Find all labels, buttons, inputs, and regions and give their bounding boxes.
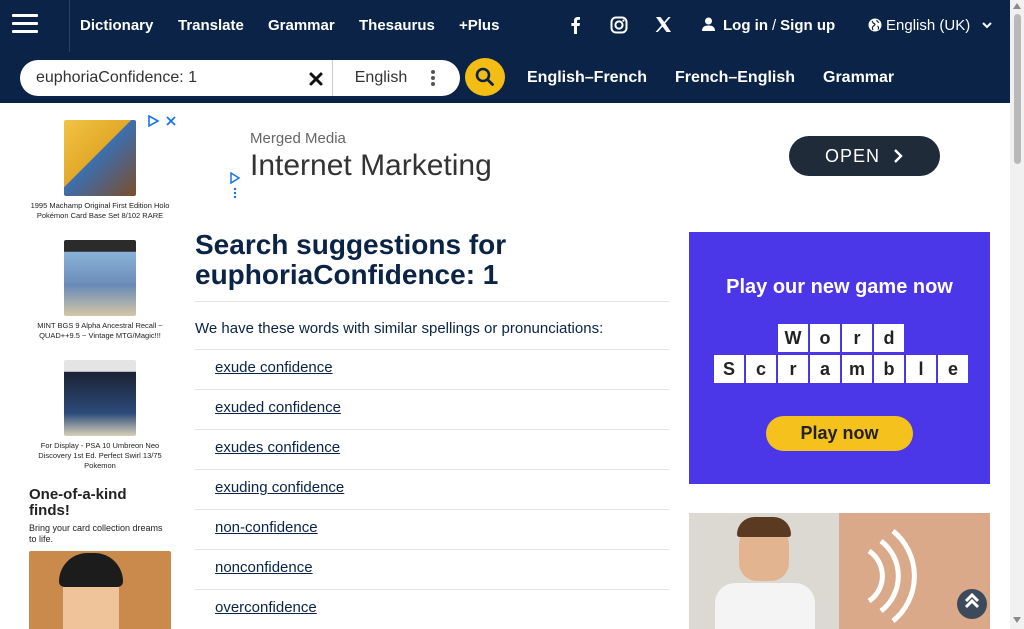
hair	[59, 553, 123, 587]
instagram-icon[interactable]	[610, 16, 628, 34]
user-icon	[702, 17, 715, 31]
letter-tile: e	[938, 355, 968, 383]
chevron-down-icon	[982, 22, 993, 29]
login-link[interactable]: Log in	[723, 17, 768, 34]
suggestion-link[interactable]: overconfidence	[215, 599, 317, 616]
language-label: English (UK)	[886, 17, 971, 34]
card-caption: For Display - PSA 10 Umbreon Neo Discove…	[38, 441, 162, 470]
ad-promo[interactable]: One-of-a-kind finds! Bring your card col…	[29, 487, 171, 629]
top-banner-ad[interactable]: Merged Media Internet Marketing OPEN	[227, 111, 958, 204]
globe-icon	[868, 18, 882, 32]
scroll-down-arrow[interactable]	[1013, 617, 1021, 623]
suggestion-link[interactable]: exuded confidence	[215, 399, 341, 416]
letter-tile: r	[778, 355, 808, 383]
more-options-icon[interactable]	[431, 70, 437, 86]
nav-thesaurus[interactable]: Thesaurus	[359, 17, 435, 34]
doctor-coat	[715, 583, 815, 629]
search-input[interactable]	[36, 69, 306, 87]
search-button[interactable]	[465, 58, 505, 96]
divider	[195, 429, 669, 430]
top-navigation-bar: Dictionary Translate Grammar Thesaurus +…	[0, 0, 1010, 52]
ad-open-button[interactable]: OPEN	[789, 136, 940, 176]
letter-tile: c	[746, 355, 776, 383]
tab-grammar[interactable]: Grammar	[823, 69, 894, 87]
signup-link[interactable]: Sign up	[780, 17, 835, 34]
nav-dictionary[interactable]: Dictionary	[80, 17, 153, 34]
suggestion-link[interactable]: exuding confidence	[215, 479, 344, 496]
word-scramble-ad[interactable]: Play our new game now W o r d S c r a m …	[689, 232, 990, 484]
divider	[195, 301, 669, 302]
suggestion-link[interactable]: exude confidence	[215, 359, 333, 376]
title-term: euphoriaConfidence: 1	[195, 259, 499, 290]
card-caption: MINT BGS 9 Alpha Ancestral Recall ~ QUAD…	[37, 321, 163, 340]
chevron-up-icon	[964, 592, 980, 609]
chevron-right-icon	[894, 149, 903, 163]
suggestion-link[interactable]: nonconfidence	[215, 559, 313, 576]
play-now-button[interactable]: Play now	[766, 416, 913, 451]
nav-plus[interactable]: +Plus	[459, 17, 499, 34]
suggestion-link[interactable]: exudes confidence	[215, 439, 340, 456]
page-title: Search suggestions for euphoriaConfidenc…	[195, 230, 675, 290]
divider	[195, 349, 669, 350]
suggestion-link[interactable]: non-confidence	[215, 519, 318, 536]
promo-headline: One-of-a-kind finds!	[29, 486, 127, 519]
card-image	[64, 240, 136, 316]
sound-waves-icon	[867, 529, 917, 623]
left-sidebar-ad[interactable]: 1995 Machamp Original First Edition Holo…	[19, 111, 181, 629]
clear-icon[interactable]	[307, 70, 325, 88]
tab-french-english[interactable]: French–English	[675, 69, 795, 87]
promo-subtext: Bring your card collection dreams to lif…	[29, 523, 163, 544]
letter-tile: r	[842, 324, 872, 352]
tab-english-french[interactable]: English–French	[527, 69, 647, 87]
letter-tile: S	[714, 355, 744, 383]
divider	[195, 469, 669, 470]
search-language-picker[interactable]: English	[332, 60, 452, 96]
ad-headline: Internet Marketing	[250, 149, 492, 182]
search-bar-row: English English–French French–English Gr…	[0, 52, 1010, 103]
ad-choices-icon[interactable]	[230, 171, 241, 203]
letter-tile: l	[906, 355, 936, 383]
divider	[195, 509, 669, 510]
search-language-label: English	[354, 69, 408, 86]
facebook-icon[interactable]	[569, 16, 581, 34]
x-icon[interactable]	[655, 16, 672, 33]
title-prefix: Search suggestions for	[195, 229, 507, 260]
divider	[195, 389, 669, 390]
letter-tile: m	[842, 355, 872, 383]
divider	[69, 0, 70, 52]
promo-image	[29, 551, 171, 629]
ad-card[interactable]: 1995 Machamp Original First Edition Holo…	[29, 120, 171, 221]
ad-card[interactable]: MINT BGS 9 Alpha Ancestral Recall ~ QUAD…	[29, 240, 171, 341]
scrollbar[interactable]	[1010, 0, 1024, 629]
scroll-to-top-button[interactable]	[957, 589, 987, 619]
letter-tile: o	[810, 324, 840, 352]
card-image	[64, 120, 136, 196]
game-ad-title: Play our new game now	[726, 276, 953, 298]
nav-translate[interactable]: Translate	[178, 17, 244, 34]
scroll-up-arrow[interactable]	[1013, 3, 1021, 9]
divider	[195, 549, 669, 550]
search-icon	[475, 67, 494, 86]
suggestions-intro: We have these words with similar spellin…	[195, 320, 604, 337]
ad-brand: Merged Media	[250, 130, 346, 147]
letter-tile: d	[874, 324, 904, 352]
nav-grammar[interactable]: Grammar	[268, 17, 335, 34]
ad-card[interactable]: For Display - PSA 10 Umbreon Neo Discove…	[29, 360, 171, 471]
doctor-hair	[737, 517, 791, 537]
card-image	[64, 360, 136, 436]
divider	[195, 589, 669, 590]
scrollbar-thumb[interactable]	[1014, 14, 1021, 164]
hearing-ad[interactable]	[689, 513, 990, 629]
ad-open-label: OPEN	[825, 146, 881, 166]
slash-separator: /	[772, 17, 777, 34]
letter-tile: a	[810, 355, 840, 383]
menu-icon[interactable]	[12, 14, 38, 36]
search-box: English	[20, 60, 460, 96]
letter-tile: b	[874, 355, 904, 383]
card-caption: 1995 Machamp Original First Edition Holo…	[30, 201, 170, 220]
language-selector[interactable]: English (UK)	[868, 17, 993, 34]
letter-tile: W	[778, 324, 808, 352]
login-signup: Log in / Sign up	[702, 17, 835, 34]
